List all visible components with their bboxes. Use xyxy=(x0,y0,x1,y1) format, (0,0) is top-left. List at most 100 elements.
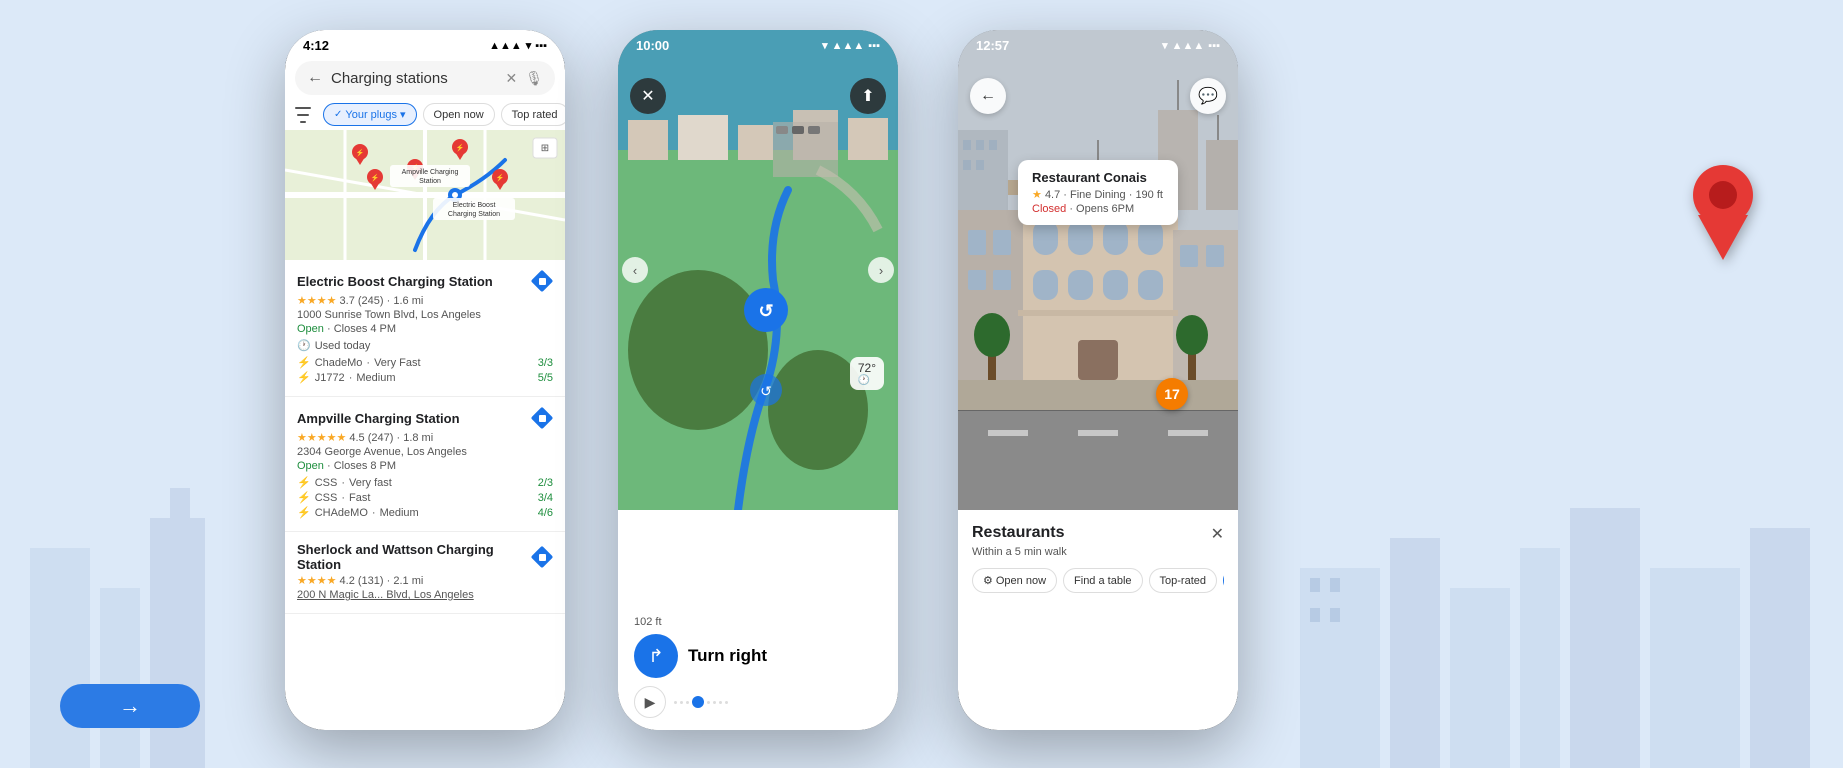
result-hours-2: Open · Closes 8 PM xyxy=(297,460,553,472)
status-icons-2: ▾ ▲▲▲ ▪▪▪ xyxy=(822,39,880,52)
check-icon: ✓ xyxy=(334,109,342,120)
signal-icon-3: ▲▲▲ xyxy=(1172,40,1205,52)
nav-progress-dots xyxy=(674,696,882,708)
result-item-2[interactable]: Ampville Charging Station ★★★★★ 4.5 (247… xyxy=(285,397,565,532)
results-list: Electric Boost Charging Station ★★★★ 3.7… xyxy=(285,260,565,614)
chip-your-plugs[interactable]: ✓ Your plugs ▾ xyxy=(323,103,417,126)
temp-badge: 72° 🕐 xyxy=(850,357,884,390)
status-bar-1: 4:12 ▲▲▲ ▾ ▪▪▪ xyxy=(285,30,565,57)
bottom-panel: Restaurants ✕ Within a 5 min walk ⚙ Open… xyxy=(958,510,1238,601)
svg-text:Station: Station xyxy=(419,178,441,185)
bottom-panel-sub: Within a 5 min walk xyxy=(972,546,1224,558)
result-name-2: Ampville Charging Station xyxy=(297,411,531,426)
close-btn-2[interactable]: ✕ xyxy=(630,78,666,114)
panel-chip-more[interactable]: More xyxy=(1223,568,1224,593)
result-rating-1: ★★★★ 3.7 (245) · 1.6 mi xyxy=(297,294,553,307)
charger-row-1a: ⚡ ChadeMo · Very Fast 3/3 xyxy=(297,356,553,369)
result-item-1[interactable]: Electric Boost Charging Station ★★★★ 3.7… xyxy=(285,260,565,397)
signal-icon-1: ▲▲▲ xyxy=(489,40,522,52)
nav-instruction: ↱ Turn right xyxy=(634,634,882,678)
panel-chips: ⚙ Open now Find a table Top-rated More xyxy=(972,568,1224,593)
result-rating-2: ★★★★★ 4.5 (247) · 1.8 mi xyxy=(297,431,553,444)
chip-open-now[interactable]: Open now xyxy=(423,103,495,126)
street-top-btns: ← 💬 xyxy=(958,70,1238,122)
battery-icon-3: ▪▪▪ xyxy=(1208,40,1220,52)
panel-chip-find-table[interactable]: Find a table xyxy=(1063,568,1142,593)
result-address-2: 2304 George Avenue, Los Angeles xyxy=(297,446,553,458)
charger-row-2a: ⚡ CSS · Very fast 2/3 xyxy=(297,476,553,489)
bottom-panel-title: Restaurants xyxy=(972,524,1064,542)
svg-text:⚡: ⚡ xyxy=(356,148,365,157)
top-nav-btns: ✕ ⬆ xyxy=(618,70,898,122)
svg-text:Charging Station: Charging Station xyxy=(448,211,500,218)
charger-row-2b: ⚡ CSS · Fast 3/4 xyxy=(297,491,553,504)
result-used: 🕐 Used today xyxy=(297,339,553,352)
result-item-3[interactable]: Sherlock and Wattson Charging Station ★★… xyxy=(285,532,565,614)
time-3: 12:57 xyxy=(976,38,1009,53)
result-icon-3 xyxy=(531,546,553,568)
result-address-3: 200 N Magic La... Blvd, Los Angeles xyxy=(297,589,553,601)
nav-prev-btn[interactable]: ‹ xyxy=(622,257,648,283)
result-hours-1: Open · Closes 4 PM xyxy=(297,323,553,335)
battery-icon-2: ▪▪▪ xyxy=(868,40,880,52)
back-arrow-icon[interactable]: ← xyxy=(307,69,323,87)
status-bar-3: 12:57 ▾ ▲▲▲ ▪▪▪ xyxy=(958,30,1238,57)
svg-text:Ampville Charging: Ampville Charging xyxy=(402,169,459,176)
share-btn[interactable]: ⬆ xyxy=(850,78,886,114)
nav-next-btn[interactable]: › xyxy=(868,257,894,283)
filter-icon-3: ⚙ xyxy=(983,574,993,587)
dropdown-icon: ▾ xyxy=(400,108,406,121)
time-1: 4:12 xyxy=(303,38,329,53)
place-marker: 17 xyxy=(1156,378,1188,410)
time-2: 10:00 xyxy=(636,38,669,53)
map-area-1[interactable]: ⚡ ⚡ ⚡ ⚡ xyxy=(285,130,565,260)
svg-text:↺: ↺ xyxy=(758,301,773,321)
status-icons-3: ▾ ▲▲▲ ▪▪▪ xyxy=(1162,39,1220,52)
result-icon-1 xyxy=(531,270,553,292)
arrow-icon: → xyxy=(119,693,141,719)
result-address-1: 1000 Sunrise Town Blvd, Los Angeles xyxy=(297,309,553,321)
message-btn-3[interactable]: 💬 xyxy=(1190,78,1226,114)
phone-2: 10:00 ▾ ▲▲▲ ▪▪▪ ✕ ⬆ xyxy=(618,30,898,730)
signal-icon-2: ▲▲▲ xyxy=(832,40,865,52)
back-btn-3[interactable]: ← xyxy=(970,78,1006,114)
place-card-name: Restaurant Conais xyxy=(1032,170,1164,185)
close-panel-btn[interactable]: ✕ xyxy=(1211,524,1224,544)
wifi-icon-2: ▾ xyxy=(822,39,828,52)
wifi-icon-1: ▾ xyxy=(526,39,532,52)
filter-adjust-icon[interactable] xyxy=(295,107,311,123)
nav-turn-icon: ↱ xyxy=(634,634,678,678)
svg-text:⚡: ⚡ xyxy=(496,173,505,182)
bg-arrow: → xyxy=(60,684,200,728)
place-card: Restaurant Conais ★ 4.7 · Fine Dining · … xyxy=(1018,160,1178,225)
result-name-1: Electric Boost Charging Station xyxy=(297,274,531,289)
panel-chip-top-rated[interactable]: Top-rated xyxy=(1149,568,1217,593)
wifi-icon-3: ▾ xyxy=(1162,39,1168,52)
clear-icon[interactable]: ✕ xyxy=(505,70,517,87)
bg-map-pin xyxy=(1683,160,1763,282)
search-bar-1[interactable]: ← Charging stations ✕ 🎙 xyxy=(295,61,555,95)
aerial-view[interactable]: 10:00 ▾ ▲▲▲ ▪▪▪ ✕ ⬆ xyxy=(618,30,898,510)
svg-text:⚡: ⚡ xyxy=(456,143,465,152)
charger-row-2c: ⚡ CHAdeMO · Medium 4/6 xyxy=(297,506,553,519)
phone-1: 4:12 ▲▲▲ ▾ ▪▪▪ ← Charging stations ✕ 🎙 ✓ xyxy=(285,30,565,730)
search-text: Charging stations xyxy=(331,70,497,87)
nav-distance-top: 102 ft xyxy=(634,616,882,628)
nav-play-btn[interactable]: ▶ xyxy=(634,686,666,718)
svg-text:⚡: ⚡ xyxy=(371,173,380,182)
nav-overlay: 102 ft ↱ Turn right ▶ xyxy=(618,604,898,730)
result-name-3: Sherlock and Wattson Charging Station xyxy=(297,542,531,572)
result-rating-3: ★★★★ 4.2 (131) · 2.1 mi xyxy=(297,574,553,587)
chip-top-rated[interactable]: Top rated xyxy=(501,103,565,126)
svg-text:⊞: ⊞ xyxy=(541,143,549,154)
status-bar-2: 10:00 ▾ ▲▲▲ ▪▪▪ xyxy=(618,30,898,57)
filter-chips: ✓ Your plugs ▾ Open now Top rated xyxy=(285,99,565,130)
place-card-status: Closed · Opens 6PM xyxy=(1032,203,1164,215)
mic-icon[interactable]: 🎙 xyxy=(525,70,543,87)
place-card-info: ★ 4.7 · Fine Dining · 190 ft xyxy=(1032,188,1164,201)
nav-controls: ▶ xyxy=(634,686,882,718)
panel-chip-filter[interactable]: ⚙ Open now xyxy=(972,568,1057,593)
nav-instruction-text: Turn right xyxy=(688,646,767,666)
phone-3: 12:57 ▾ ▲▲▲ ▪▪▪ ← 💬 xyxy=(958,30,1238,730)
street-view[interactable]: 12:57 ▾ ▲▲▲ ▪▪▪ ← 💬 xyxy=(958,30,1238,510)
